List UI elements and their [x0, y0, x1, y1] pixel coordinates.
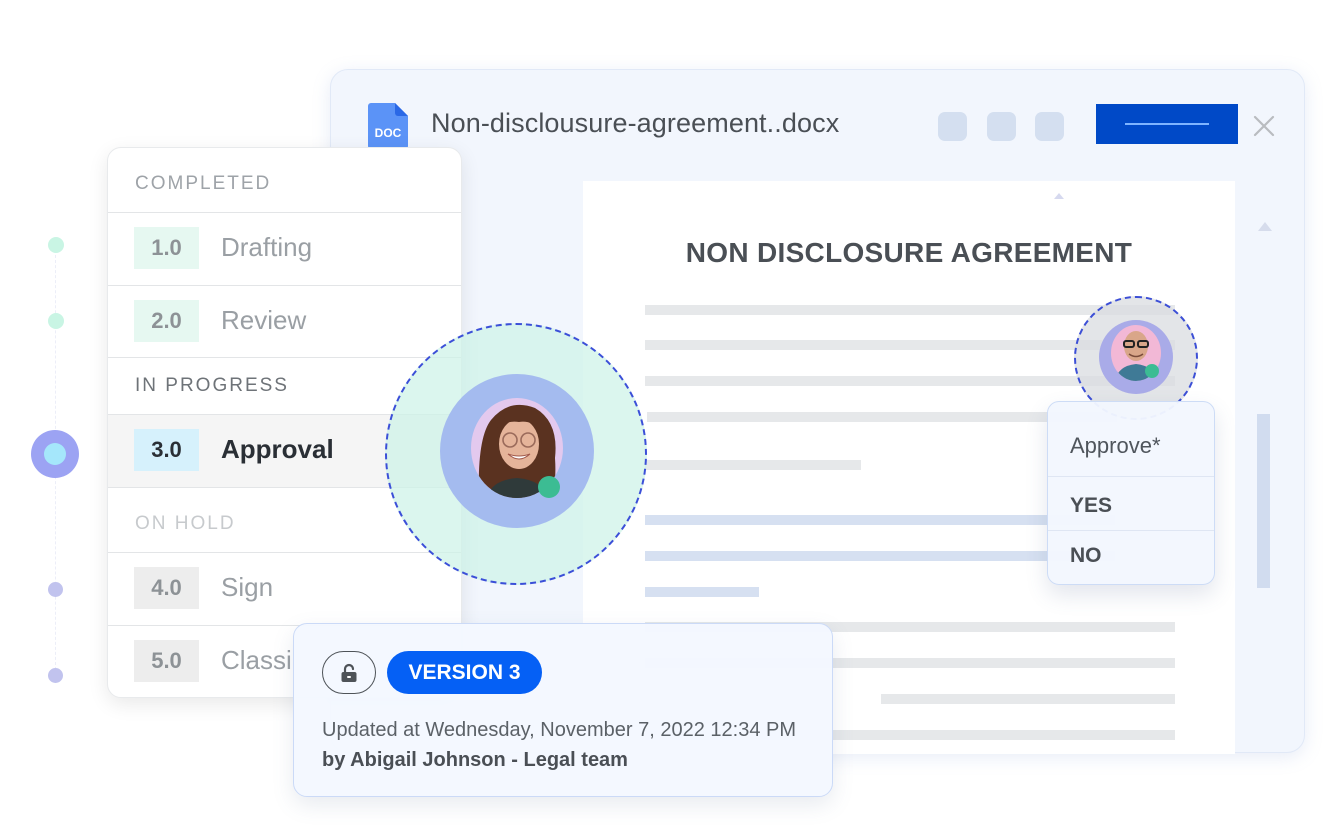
- unlocked-padlock-icon: [341, 663, 357, 682]
- online-status-dot: [1145, 364, 1159, 378]
- section-completed: COMPLETED: [135, 173, 272, 194]
- page-caret-icon: [1054, 193, 1064, 199]
- scroll-up-icon[interactable]: [1258, 222, 1272, 231]
- close-icon[interactable]: [1251, 113, 1277, 139]
- timeline-dot-on-hold: [48, 582, 63, 597]
- text-line: [881, 694, 1175, 704]
- online-status-dot: [538, 476, 560, 498]
- doc-icon-label: DOC: [375, 126, 402, 140]
- stage-row-review[interactable]: 2.0 Review: [108, 286, 461, 358]
- version-card: VERSION 3 Updated at Wednesday, November…: [293, 623, 833, 797]
- section-on-hold: ON HOLD: [135, 513, 236, 534]
- stage-number-badge: 3.0: [134, 429, 199, 471]
- approve-option-yes[interactable]: YES: [1070, 494, 1112, 518]
- divider: [1048, 530, 1214, 531]
- timeline-dot-completed: [48, 313, 64, 329]
- stage-number-badge: 4.0: [134, 567, 199, 609]
- stage-number-badge: 1.0: [134, 227, 199, 269]
- section-in-progress: IN PROGRESS: [135, 375, 289, 396]
- approve-label: Approve*: [1070, 433, 1161, 458]
- toolbar-button-1[interactable]: [938, 112, 967, 141]
- highlighted-text-line: [645, 587, 759, 597]
- lock-toggle-button[interactable]: [322, 651, 376, 694]
- approve-dropdown: Approve* YES NO: [1047, 401, 1215, 585]
- timeline-dot-current: [31, 430, 79, 478]
- doc-file-icon: DOC: [368, 103, 408, 149]
- highlighted-text-line: [645, 551, 1115, 561]
- stage-name: Drafting: [221, 232, 313, 262]
- stage-row-sign[interactable]: 4.0 Sign: [108, 553, 461, 625]
- document-title: Non-disclousure-agreement..docx: [431, 108, 840, 138]
- timeline-dot-completed: [48, 237, 64, 253]
- button-label-placeholder: [1125, 123, 1209, 125]
- timeline-dot-on-hold: [48, 668, 63, 683]
- approve-option-no[interactable]: NO: [1070, 544, 1102, 568]
- divider: [1048, 476, 1214, 477]
- toolbar-button-2[interactable]: [987, 112, 1016, 141]
- version-update-info: Updated at Wednesday, November 7, 2022 1…: [322, 715, 817, 775]
- stage-row-drafting[interactable]: 1.0 Drafting: [108, 213, 461, 285]
- divider: [108, 357, 461, 358]
- scrollbar-thumb[interactable]: [1257, 414, 1270, 588]
- stage-name: Classi: [221, 645, 292, 675]
- primary-action-button[interactable]: [1096, 104, 1238, 144]
- toolbar-button-3[interactable]: [1035, 112, 1064, 141]
- updated-timestamp: Updated at Wednesday, November 7, 2022 1…: [322, 719, 796, 741]
- stage-name: Review: [221, 305, 307, 335]
- stage-number-badge: 2.0: [134, 300, 199, 342]
- version-badge: VERSION 3: [387, 651, 542, 694]
- stage-number-badge: 5.0: [134, 640, 199, 682]
- stage-name: Approval: [221, 434, 334, 464]
- stage-name: Sign: [221, 572, 274, 602]
- document-heading: NON DISCLOSURE AGREEMENT: [685, 237, 1133, 268]
- highlighted-text-line: [645, 515, 1115, 525]
- updated-by-author: by Abigail Johnson - Legal team: [322, 749, 628, 771]
- text-line: [645, 460, 861, 470]
